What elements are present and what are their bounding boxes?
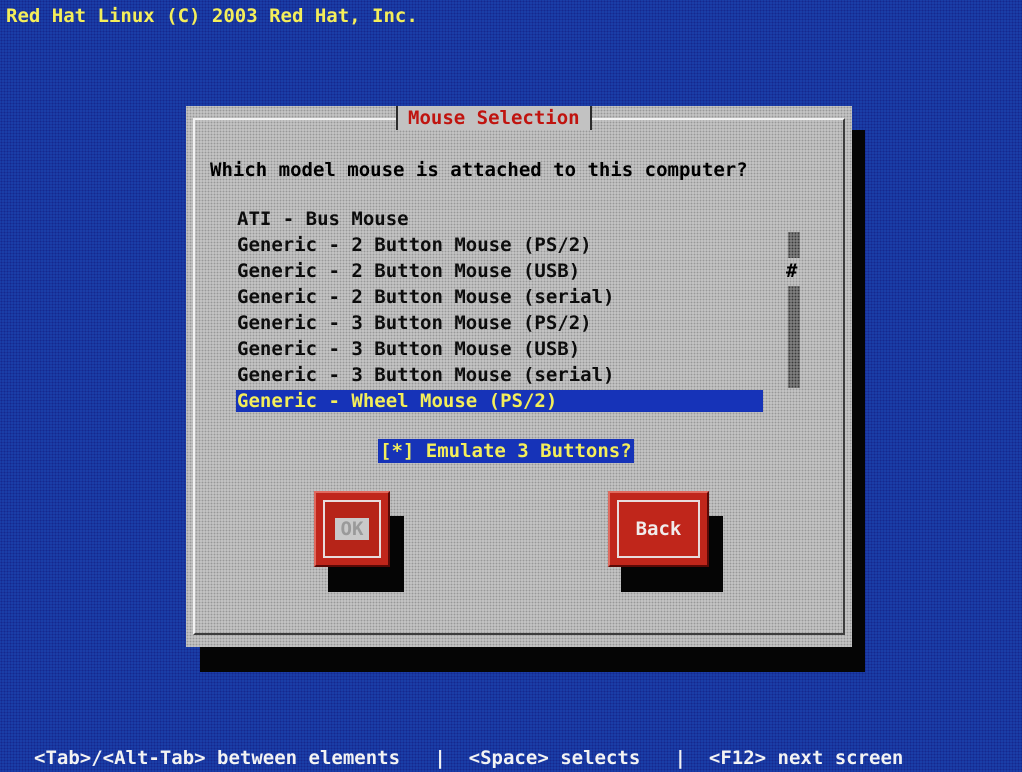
list-item[interactable]: Generic - 2 Button Mouse (PS/2) [236, 234, 592, 256]
mouse-question: Which model mouse is attached to this co… [210, 159, 748, 181]
ok-button[interactable]: OK [314, 491, 390, 567]
list-item[interactable]: Generic - 3 Button Mouse (USB) [236, 338, 580, 360]
ok-button-label: OK [334, 518, 370, 540]
ok-button-focus-frame: OK [323, 500, 381, 558]
dialog-title: Mouse Selection [408, 107, 580, 129]
scrollbar-track-lower [788, 286, 800, 388]
keyboard-help-line: <Tab>/<Alt-Tab> between elements | <Spac… [34, 747, 904, 769]
scrollbar-track-upper [788, 232, 800, 258]
back-button-frame: Back [617, 500, 700, 558]
mouse-model-list[interactable]: ATI - Bus Mouse Generic - 2 Button Mouse… [236, 208, 766, 418]
list-item[interactable]: Generic - 2 Button Mouse (USB) [236, 260, 580, 282]
scrollbar-position-marker[interactable]: # [786, 260, 797, 282]
dialog-title-bar: Mouse Selection [396, 106, 592, 130]
list-item[interactable]: Generic - 3 Button Mouse (serial) [236, 364, 615, 386]
mouse-selection-dialog: Mouse Selection Which model mouse is att… [186, 106, 852, 647]
list-item-selected[interactable]: Generic - Wheel Mouse (PS/2) [236, 390, 763, 412]
list-scrollbar[interactable]: # [786, 232, 800, 388]
back-button-label: Back [635, 518, 682, 540]
copyright-banner: Red Hat Linux (C) 2003 Red Hat, Inc. [6, 5, 418, 27]
list-item[interactable]: Generic - 2 Button Mouse (serial) [236, 286, 615, 308]
list-item[interactable]: ATI - Bus Mouse [236, 208, 409, 230]
list-item[interactable]: Generic - 3 Button Mouse (PS/2) [236, 312, 592, 334]
emulate-3-buttons-checkbox[interactable]: [*] Emulate 3 Buttons? [378, 439, 634, 463]
back-button[interactable]: Back [608, 491, 709, 567]
